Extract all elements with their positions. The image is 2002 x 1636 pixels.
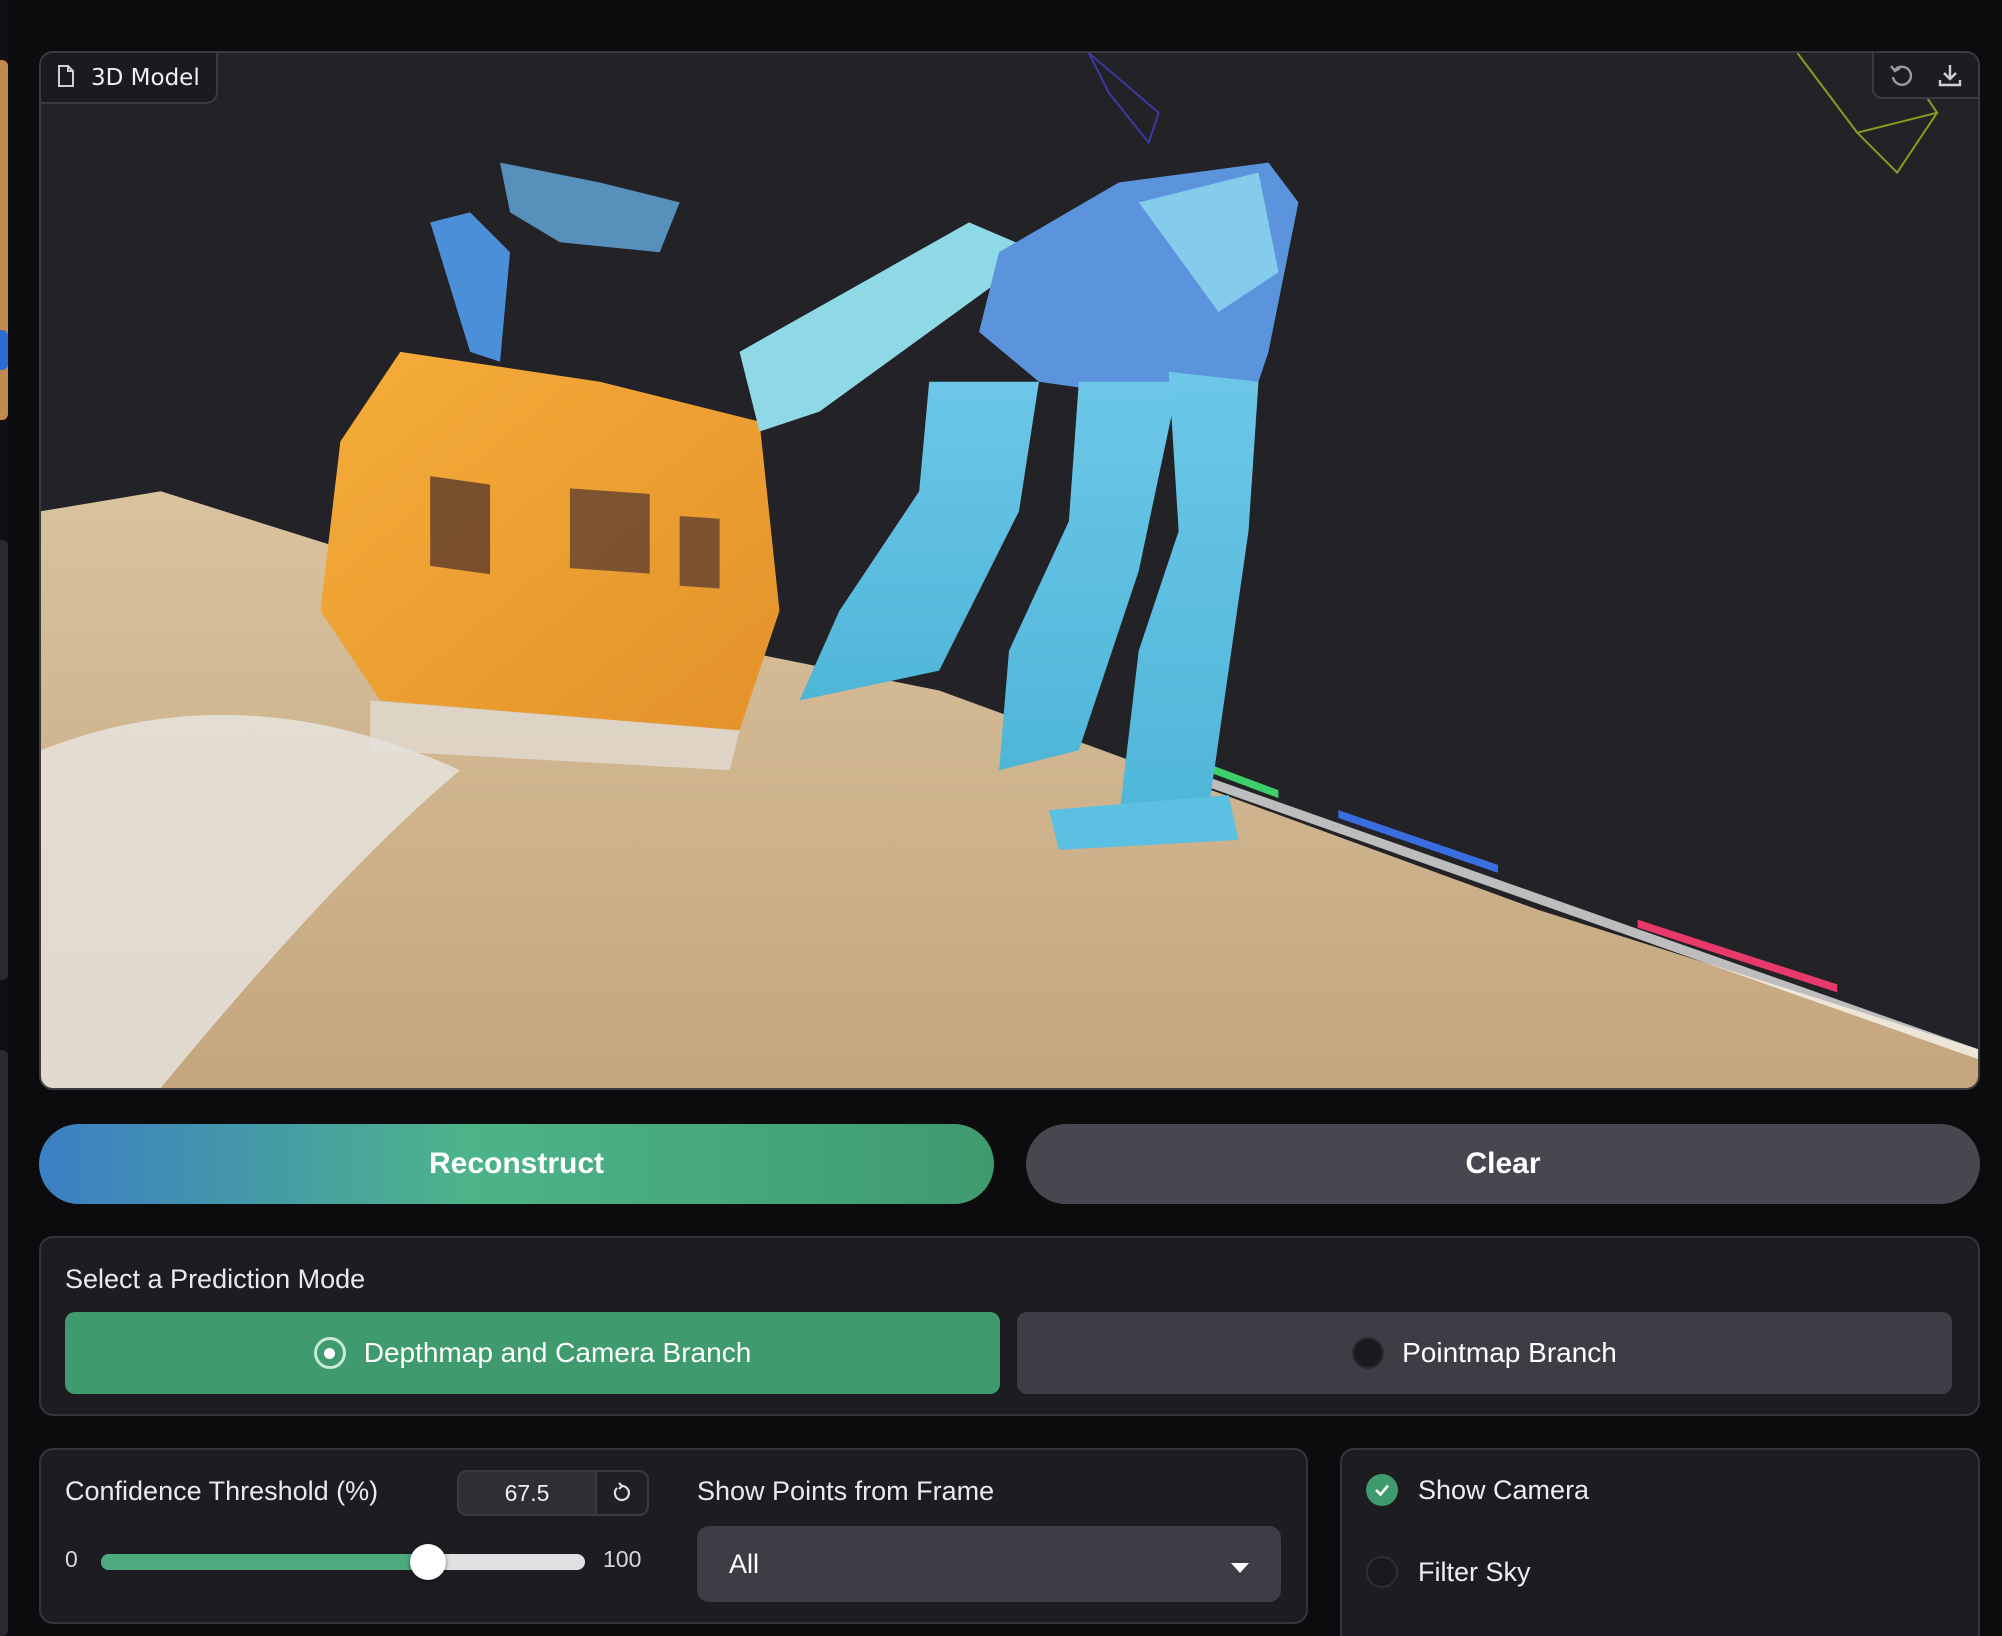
clear-button[interactable]: Clear	[1026, 1124, 1980, 1204]
mode-option-label: Depthmap and Camera Branch	[363, 1337, 752, 1368]
slider-fill	[101, 1554, 428, 1570]
confidence-value[interactable]: 67.5	[459, 1472, 595, 1514]
mode-option-pointmap[interactable]: Pointmap Branch	[1017, 1312, 1952, 1394]
show-camera-checkbox[interactable]: Show Camera	[1366, 1474, 1589, 1506]
left-thumb-accent	[0, 330, 8, 370]
viewer-label-text: 3D Model	[91, 64, 200, 91]
radio-unselected-icon	[1352, 1337, 1385, 1369]
show-camera-label: Show Camera	[1418, 1474, 1590, 1505]
download-icon[interactable]	[1928, 55, 1972, 95]
frame-filter-label: Show Points from Frame	[697, 1476, 995, 1506]
viewer-label: 3D Model	[41, 53, 218, 104]
confidence-number-input[interactable]: 67.5	[457, 1470, 649, 1516]
left-panel-edge	[0, 540, 8, 980]
radio-selected-icon	[313, 1337, 346, 1369]
unchecked-icon	[1366, 1556, 1398, 1588]
mode-option-label: Pointmap Branch	[1402, 1337, 1617, 1368]
filter-sky-checkbox[interactable]: Filter Sky	[1366, 1556, 1531, 1588]
prediction-mode-panel: Select a Prediction Mode Depthmap and Ca…	[39, 1236, 1980, 1416]
reset-icon[interactable]	[595, 1472, 647, 1514]
viewer-toolbar	[1872, 53, 1978, 99]
frame-select[interactable]: All	[697, 1526, 1281, 1602]
toggles-panel: Show Camera Filter Sky	[1340, 1448, 1980, 1636]
frame-select-value: All	[729, 1548, 760, 1579]
confidence-label: Confidence Threshold (%)	[65, 1476, 379, 1506]
left-edge-strip	[0, 0, 8, 1636]
check-icon	[1366, 1474, 1398, 1506]
mode-option-depthmap[interactable]: Depthmap and Camera Branch	[65, 1312, 1000, 1394]
slider-handle[interactable]	[409, 1544, 446, 1580]
settings-panel: Confidence Threshold (%) 67.5 0 100 Show…	[39, 1448, 1308, 1624]
prediction-mode-title: Select a Prediction Mode	[65, 1264, 366, 1294]
file-icon	[57, 64, 75, 91]
reconstruct-button[interactable]: Reconstruct	[39, 1124, 994, 1204]
model-3d-viewer[interactable]: 3D Model	[39, 51, 1980, 1090]
point-cloud-scene[interactable]	[41, 53, 1978, 1088]
slider-max-label: 100	[603, 1546, 642, 1572]
filter-sky-label: Filter Sky	[1418, 1556, 1531, 1587]
caret-down-icon	[1231, 1549, 1249, 1580]
undo-icon[interactable]	[1880, 55, 1924, 95]
confidence-slider[interactable]	[101, 1544, 585, 1580]
slider-min-label: 0	[65, 1546, 78, 1572]
left-panel-edge-2	[0, 1050, 8, 1636]
